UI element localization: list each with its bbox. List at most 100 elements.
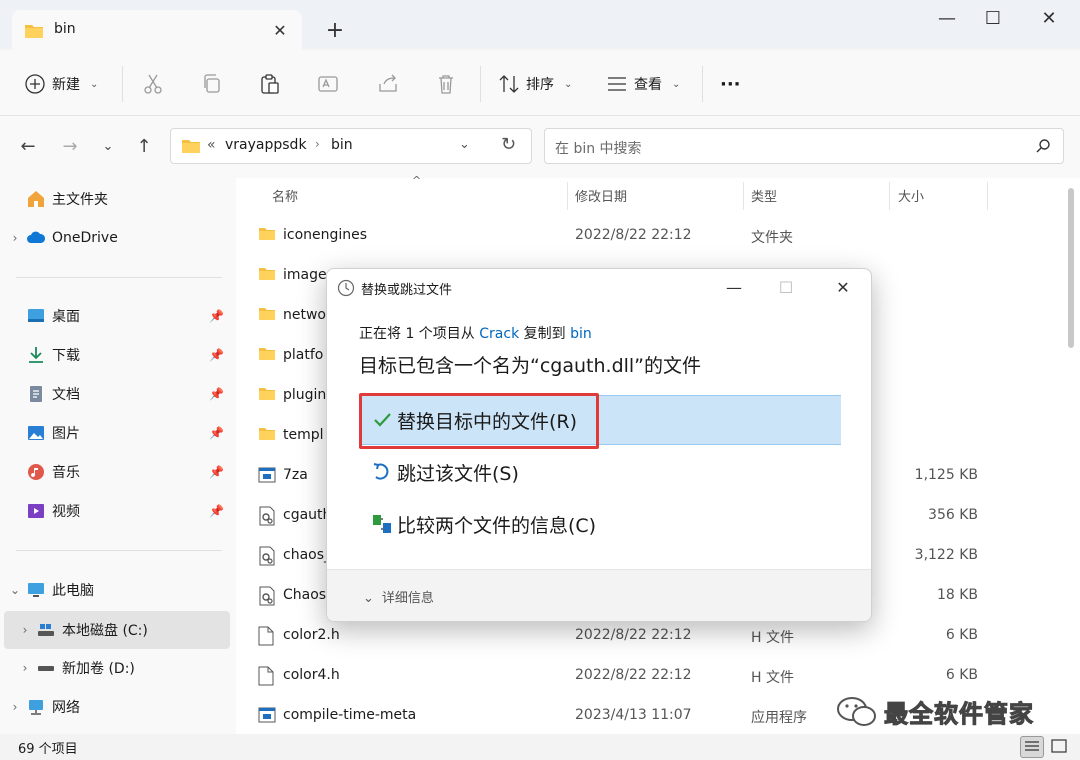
sidebar-item-this-pc[interactable]: ⌄ 此电脑	[4, 573, 230, 607]
folder-icon	[258, 386, 276, 402]
pin-icon[interactable]: 📌	[209, 348, 224, 362]
address-dropdown-chevron-icon[interactable]: ⌄	[459, 137, 470, 152]
more-options-button[interactable]: ···	[720, 68, 741, 100]
close-window-button[interactable]: ✕	[1026, 0, 1072, 40]
back-arrow-icon[interactable]: ←	[14, 134, 42, 160]
forward-arrow-icon[interactable]: →	[56, 134, 84, 160]
up-arrow-icon[interactable]: ↑	[130, 134, 158, 160]
file-date: 2022/8/22 22:12	[575, 667, 692, 683]
delete-icon[interactable]	[434, 72, 458, 96]
copy-text-mid: 复制到	[519, 326, 571, 342]
column-header-size[interactable]: 大小	[898, 186, 924, 205]
refresh-icon[interactable]: ↻	[501, 134, 516, 155]
sidebar-item-desktop[interactable]: 桌面 📌	[4, 299, 230, 333]
sidebar-item-pictures[interactable]: 图片 📌	[4, 416, 230, 450]
column-separator[interactable]	[889, 182, 890, 210]
sidebar-item-drive-d[interactable]: › 新加卷 (D:)	[4, 651, 230, 685]
recent-locations-chevron-icon[interactable]: ⌄	[94, 134, 122, 160]
source-folder-link[interactable]: Crack	[479, 326, 519, 342]
vertical-scrollbar[interactable]	[1068, 188, 1074, 348]
breadcrumb-overflow[interactable]: «	[207, 137, 216, 153]
drive-icon	[38, 666, 54, 671]
sidebar-item-network[interactable]: › 网络	[4, 690, 230, 724]
cut-icon[interactable]	[141, 72, 165, 96]
pin-icon[interactable]: 📌	[209, 426, 224, 440]
status-bar: 69 个项目	[0, 734, 1080, 760]
computer-icon	[28, 583, 44, 597]
item-count: 69 个项目	[18, 742, 78, 757]
command-bar: 新建 ⌄ 排序 ⌄ 查看 ⌄ ···	[0, 50, 1080, 116]
file-size: 18 KB	[936, 587, 978, 603]
expand-chevron-icon[interactable]: ⌄	[4, 583, 26, 597]
sidebar-item-label: 视频	[52, 504, 80, 520]
sidebar-item-downloads[interactable]: 下载 📌	[4, 338, 230, 372]
sidebar-item-music[interactable]: 音乐 📌	[4, 455, 230, 489]
file-row[interactable]: color2.h 2022/8/22 22:12 H 文件 6 KB	[236, 616, 1056, 656]
sort-button[interactable]: 排序 ⌄	[498, 68, 572, 100]
sidebar-item-label: 图片	[52, 426, 80, 442]
sidebar-item-onedrive[interactable]: › OneDrive	[4, 221, 230, 255]
file-name: templ	[283, 427, 324, 443]
minimize-button[interactable]: —	[924, 0, 970, 40]
sidebar-item-label: 文档	[52, 387, 80, 403]
more-details-toggle[interactable]: ⌄ 详细信息	[363, 587, 434, 606]
sidebar-item-videos[interactable]: 视频 📌	[4, 494, 230, 528]
expand-chevron-icon[interactable]: ›	[4, 700, 26, 714]
column-header-date[interactable]: 修改日期	[575, 186, 627, 205]
file-size: 6 KB	[945, 627, 978, 643]
rename-icon[interactable]	[316, 72, 340, 96]
column-separator[interactable]	[567, 182, 568, 210]
file-size: 356 KB	[928, 507, 978, 523]
column-separator[interactable]	[743, 182, 744, 210]
file-row[interactable]: color4.h 2022/8/22 22:12 H 文件 6 KB	[236, 656, 1056, 696]
file-date: 2023/4/13 11:07	[575, 707, 692, 723]
tab-title: bin	[54, 21, 76, 37]
skip-file-option[interactable]: 跳过该文件(S)	[359, 447, 841, 497]
dialog-close-button[interactable]: ✕	[820, 273, 866, 303]
dialog-minimize-button[interactable]: —	[711, 273, 757, 303]
pin-icon[interactable]: 📌	[209, 309, 224, 323]
tiles-view-icon[interactable]	[1048, 736, 1072, 758]
search-input[interactable]: 在 bin 中搜索	[544, 128, 1064, 164]
file-name: 7za	[283, 467, 308, 483]
expand-chevron-icon[interactable]: ›	[14, 661, 36, 675]
maximize-button[interactable]: ☐	[970, 0, 1016, 40]
copy-icon[interactable]	[200, 72, 224, 96]
pin-icon[interactable]: 📌	[209, 387, 224, 401]
file-row[interactable]: iconengines 2022/8/22 22:12 文件夹	[236, 216, 1056, 256]
clock-icon	[337, 279, 355, 297]
sidebar-item-home[interactable]: 主文件夹	[4, 182, 230, 216]
column-header-type[interactable]: 类型	[751, 186, 777, 205]
target-folder-link[interactable]: bin	[570, 326, 592, 342]
breadcrumb-vrayappsdk[interactable]: vrayappsdk	[225, 137, 307, 153]
wechat-icon	[837, 696, 876, 726]
column-separator[interactable]	[987, 182, 988, 210]
compare-option-label: 比较两个文件的信息(C)	[397, 514, 597, 537]
view-button[interactable]: 查看 ⌄	[606, 68, 680, 100]
expand-chevron-icon[interactable]: ›	[4, 231, 26, 245]
highlight-box	[359, 393, 599, 449]
copy-progress-text: 正在将 1 个项目从 Crack 复制到 bin	[359, 323, 592, 343]
pin-icon[interactable]: 📌	[209, 465, 224, 479]
sidebar-item-documents[interactable]: 文档 📌	[4, 377, 230, 411]
details-view-icon[interactable]	[1020, 736, 1044, 758]
tab-bin[interactable]: bin ✕	[12, 10, 302, 50]
folder-icon	[258, 426, 276, 442]
new-tab-button[interactable]: +	[322, 18, 348, 44]
column-header-name[interactable]: 名称	[272, 186, 298, 205]
address-bar[interactable]: « vrayappsdk › bin ⌄ ↻	[170, 128, 532, 164]
sidebar-item-drive-c[interactable]: › 本地磁盘 (C:)	[4, 611, 230, 649]
watermark-text: 最全软件管家	[884, 700, 1034, 729]
sidebar-item-label: 网络	[52, 700, 80, 716]
compare-files-option[interactable]: 比较两个文件的信息(C)	[359, 499, 841, 549]
new-button[interactable]: 新建 ⌄	[24, 68, 98, 100]
close-tab-button[interactable]: ✕	[270, 22, 290, 40]
share-icon[interactable]	[376, 72, 400, 96]
paste-icon[interactable]	[258, 72, 282, 96]
pin-icon[interactable]: 📌	[209, 504, 224, 518]
expand-chevron-icon[interactable]: ›	[14, 623, 36, 637]
breadcrumb-bin[interactable]: bin	[331, 137, 353, 153]
plus-circle-icon	[25, 74, 45, 94]
sidebar-item-label: 此电脑	[52, 583, 94, 599]
dialog-title-bar[interactable]: 替换或跳过文件 — ☐ ✕	[327, 269, 871, 305]
